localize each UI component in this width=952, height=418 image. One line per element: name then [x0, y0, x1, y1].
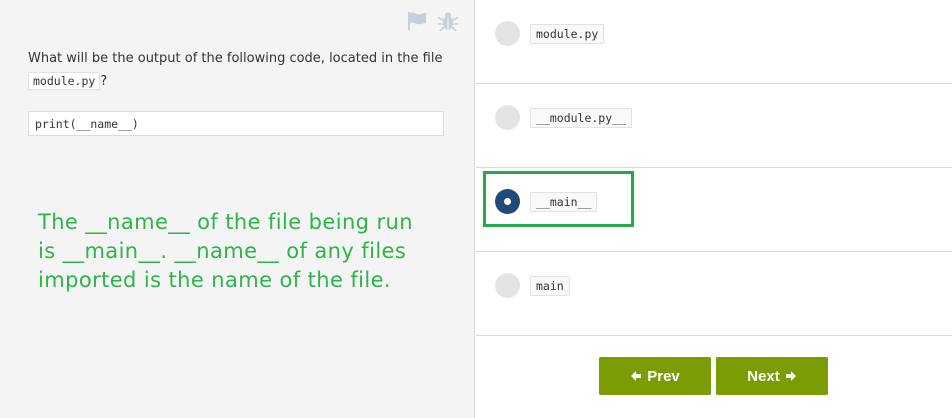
next-label: Next	[747, 367, 780, 385]
question-body: What will be the output of the following…	[28, 51, 443, 66]
option-label: __module.py__	[530, 108, 633, 128]
prev-label: Prev	[647, 367, 680, 385]
option-label: __main__	[530, 192, 598, 212]
next-button[interactable]: Next	[716, 357, 828, 395]
flag-icon[interactable]	[406, 10, 428, 32]
prev-button[interactable]: Prev	[599, 357, 711, 395]
bug-icon[interactable]	[437, 10, 459, 32]
answer-panel: module.py __module.py__ __main__ main Pr…	[476, 0, 952, 418]
question-filename: module.py	[28, 72, 101, 90]
radio-button[interactable]	[495, 21, 520, 46]
arrow-left-icon	[631, 371, 642, 381]
option-label: main	[530, 276, 570, 296]
question-toolbar	[406, 10, 459, 32]
code-snippet: print(__name__)	[28, 111, 444, 136]
explanation-annotation: The __name__ of the file being run is __…	[38, 210, 413, 292]
option-label: module.py	[530, 24, 605, 44]
answer-option[interactable]: module.py	[476, 0, 952, 84]
radio-button[interactable]	[495, 273, 520, 298]
radio-button[interactable]	[495, 105, 520, 130]
answer-option-selected[interactable]: __main__	[476, 168, 952, 252]
radio-button-selected[interactable]	[495, 189, 520, 214]
arrow-right-icon	[785, 371, 796, 381]
question-suffix: ?	[100, 74, 108, 89]
answer-option[interactable]: __module.py__	[476, 84, 952, 168]
question-panel: What will be the output of the following…	[0, 0, 475, 418]
answer-option[interactable]: main	[476, 252, 952, 336]
question-text: What will be the output of the following…	[28, 47, 448, 93]
